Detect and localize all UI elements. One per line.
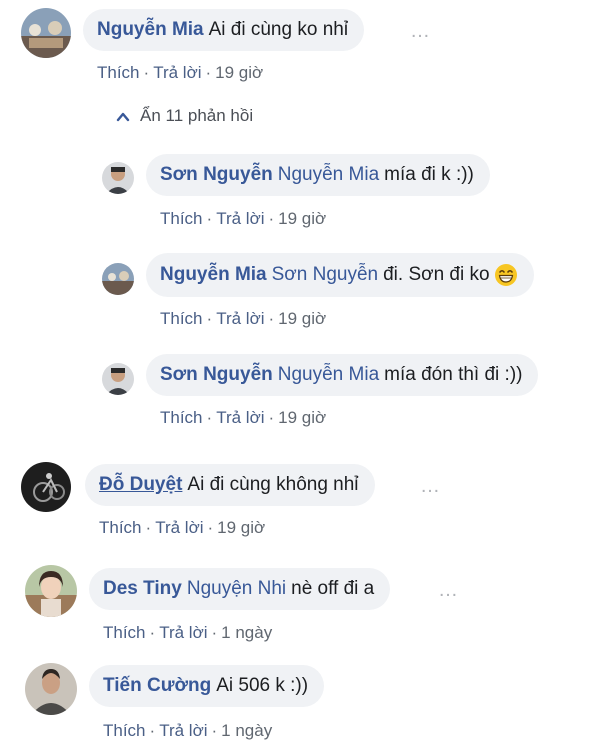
timestamp[interactable]: 19 giờ bbox=[278, 309, 326, 328]
separator: · bbox=[206, 209, 213, 228]
avatar-tien-cuong[interactable] bbox=[25, 663, 77, 715]
reply-author[interactable]: Sơn Nguyễn bbox=[160, 164, 273, 185]
reply-text: mía đón thì đi :)) bbox=[384, 364, 523, 385]
avatar-nguyen-mia[interactable] bbox=[102, 263, 134, 295]
separator: · bbox=[211, 623, 218, 642]
separator: · bbox=[205, 63, 212, 82]
comment-text: nè off đi a bbox=[291, 578, 375, 599]
mention-link[interactable]: Nguyện Nhi bbox=[187, 578, 286, 599]
comment-author[interactable]: Des Tiny bbox=[103, 578, 182, 599]
separator: · bbox=[149, 721, 156, 740]
reply-actions: Thích · Trả lời · 19 giờ bbox=[160, 408, 326, 428]
more-options-icon[interactable]: … bbox=[410, 20, 431, 43]
timestamp[interactable]: 19 giờ bbox=[217, 518, 265, 537]
timestamp[interactable]: 1 ngày bbox=[221, 721, 272, 740]
separator: · bbox=[268, 408, 275, 427]
like-link[interactable]: Thích bbox=[103, 623, 146, 642]
more-options-icon[interactable]: … bbox=[420, 475, 441, 498]
reply-link[interactable]: Trả lời bbox=[216, 408, 264, 427]
hide-replies-toggle[interactable]: Ẩn 11 phản hồi bbox=[116, 106, 253, 126]
comment-bubble: Tiến Cường Ai 506 k :)) bbox=[89, 665, 325, 707]
separator: · bbox=[206, 309, 213, 328]
separator: · bbox=[206, 408, 213, 427]
reply-bubble: Nguyễn Mia Sơn Nguyễn đi. Sơn đi ko bbox=[146, 253, 534, 297]
reply-link[interactable]: Trả lời bbox=[216, 209, 264, 228]
comment-bubble: Des Tiny Nguyện Nhi nè off đi a bbox=[89, 568, 391, 610]
like-link[interactable]: Thích bbox=[160, 408, 203, 427]
like-link[interactable]: Thích bbox=[97, 63, 140, 82]
comment-actions: Thích · Trả lời · 19 giờ bbox=[97, 63, 263, 83]
comment-text: Ai đi cùng ko nhỉ bbox=[208, 19, 349, 40]
comment-author[interactable]: Nguyễn Mia bbox=[97, 19, 204, 40]
reply-bubble: Sơn Nguyễn Nguyễn Mia mía đi k :)) bbox=[146, 154, 490, 196]
like-link[interactable]: Thích bbox=[99, 518, 142, 537]
mention-link[interactable]: Nguyễn Mia bbox=[278, 364, 379, 385]
comment-author[interactable]: Tiến Cường bbox=[103, 675, 211, 696]
comment-author[interactable]: Đỗ Duyệt bbox=[99, 474, 182, 495]
chevron-up-icon bbox=[116, 112, 130, 121]
reply-bubble: Sơn Nguyễn Nguyễn Mia mía đón thì đi :)) bbox=[146, 354, 539, 396]
comment-bubble: Nguyễn Mia Ai đi cùng ko nhỉ bbox=[83, 9, 365, 51]
comment-text: Ai đi cùng không nhỉ bbox=[187, 474, 359, 495]
avatar-do-duyet[interactable] bbox=[21, 462, 71, 512]
avatar-nguyen-mia[interactable] bbox=[21, 8, 71, 58]
grinning-face-emoji bbox=[494, 264, 517, 286]
reply-actions: Thích · Trả lời · 19 giờ bbox=[160, 309, 326, 329]
comment-actions: Thích · Trả lời · 1 ngày bbox=[103, 623, 272, 643]
separator: · bbox=[149, 623, 156, 642]
separator: · bbox=[268, 309, 275, 328]
reply-link[interactable]: Trả lời bbox=[216, 309, 264, 328]
comment-text: Ai 506 k :)) bbox=[216, 675, 309, 696]
timestamp[interactable]: 19 giờ bbox=[278, 209, 326, 228]
like-link[interactable]: Thích bbox=[103, 721, 146, 740]
avatar-des-tiny[interactable] bbox=[25, 565, 77, 617]
reply-text: đi. Sơn đi ko bbox=[383, 264, 490, 286]
reply-text: mía đi k :)) bbox=[384, 164, 474, 185]
timestamp[interactable]: 19 giờ bbox=[278, 408, 326, 427]
reply-link[interactable]: Trả lời bbox=[153, 63, 201, 82]
like-link[interactable]: Thích bbox=[160, 209, 203, 228]
separator: · bbox=[268, 209, 275, 228]
hide-replies-label: Ẩn 11 phản hồi bbox=[140, 106, 254, 125]
timestamp[interactable]: 1 ngày bbox=[221, 623, 272, 642]
avatar-son-nguyen[interactable] bbox=[102, 162, 134, 194]
separator: · bbox=[211, 721, 218, 740]
mention-link[interactable]: Nguyễn Mia bbox=[278, 164, 379, 185]
comment-actions: Thích · Trả lời · 19 giờ bbox=[99, 518, 265, 538]
comment-bubble: Đỗ Duyệt Ai đi cùng không nhỉ bbox=[85, 464, 375, 506]
reply-link[interactable]: Trả lời bbox=[159, 721, 207, 740]
reply-author[interactable]: Sơn Nguyễn bbox=[160, 364, 273, 385]
like-link[interactable]: Thích bbox=[160, 309, 203, 328]
separator: · bbox=[207, 518, 214, 537]
separator: · bbox=[143, 63, 150, 82]
more-options-icon[interactable]: … bbox=[438, 579, 459, 602]
comment-actions: Thích · Trả lời · 1 ngày bbox=[103, 721, 272, 741]
reply-link[interactable]: Trả lời bbox=[159, 623, 207, 642]
reply-actions: Thích · Trả lời · 19 giờ bbox=[160, 209, 326, 229]
timestamp[interactable]: 19 giờ bbox=[215, 63, 263, 82]
separator: · bbox=[145, 518, 152, 537]
reply-author[interactable]: Nguyễn Mia bbox=[160, 264, 267, 285]
reply-link[interactable]: Trả lời bbox=[155, 518, 203, 537]
avatar-son-nguyen[interactable] bbox=[102, 363, 134, 395]
mention-link[interactable]: Sơn Nguyễn bbox=[272, 264, 378, 285]
